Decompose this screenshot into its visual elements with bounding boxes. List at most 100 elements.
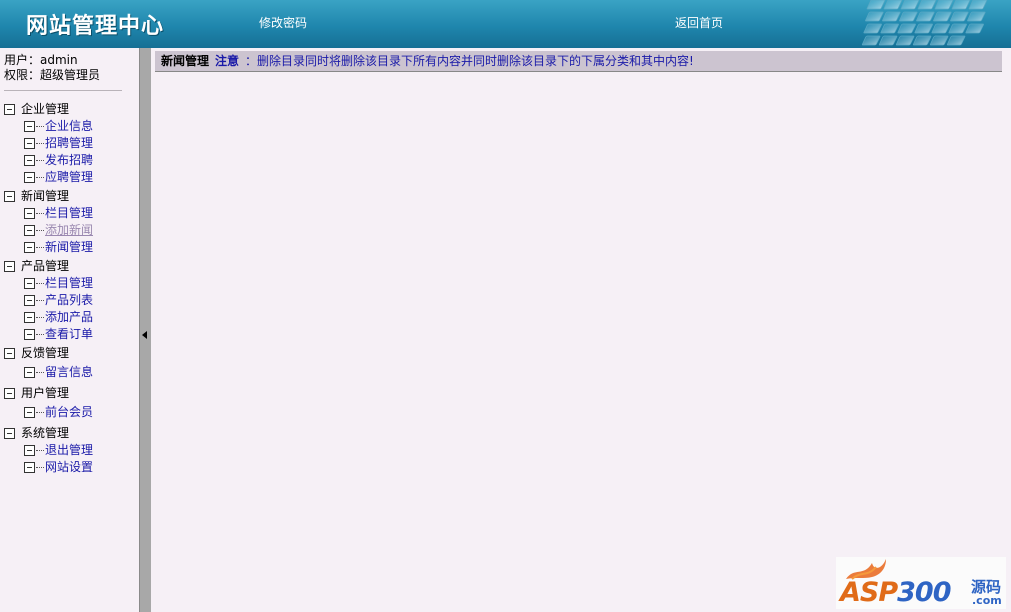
menu-group-news[interactable]: 新闻管理	[4, 188, 69, 204]
collapse-icon[interactable]	[4, 103, 15, 115]
menu-group-users[interactable]: 用户管理	[4, 385, 69, 401]
watermark-brand-b: 300	[897, 577, 951, 608]
user-role: 权限：超级管理员	[4, 68, 101, 82]
collapse-icon	[24, 311, 35, 323]
collapse-icon	[24, 224, 35, 236]
sidebar-splitter[interactable]	[139, 48, 151, 612]
tree-connector	[36, 411, 44, 413]
menu-item-link[interactable]: 查看订单	[45, 326, 93, 342]
menu-item-link[interactable]: 添加新闻	[45, 222, 93, 238]
user-name: 用户：admin	[4, 53, 78, 67]
menu-item-link[interactable]: 栏目管理	[45, 205, 93, 221]
menu-item-view-orders[interactable]: 查看订单	[24, 326, 93, 342]
menu-group-system[interactable]: 系统管理	[4, 425, 69, 441]
menu-group-enterprise[interactable]: 企业管理	[4, 101, 69, 117]
menu-group-label[interactable]: 企业管理	[21, 101, 69, 117]
menu-item-add-product[interactable]: 添加产品	[24, 309, 93, 325]
menu-item-link[interactable]: 应聘管理	[45, 169, 93, 185]
collapse-icon[interactable]	[4, 387, 15, 399]
notice-bar: 新闻管理 注意 ：删除目录同时将删除该目录下所有内容并同时删除该目录下的下属分类和其…	[155, 51, 1002, 72]
collapse-icon	[24, 366, 35, 378]
tree-connector	[36, 333, 44, 335]
collapse-icon	[24, 294, 35, 306]
menu-item-link[interactable]: 网站设置	[45, 459, 93, 475]
tree-connector	[36, 371, 44, 373]
top-header: 网站管理中心 修改密码 返回首页	[0, 0, 1011, 48]
menu-item-link[interactable]: 招聘管理	[45, 135, 93, 151]
menu-item-link[interactable]: 新闻管理	[45, 239, 93, 255]
menu-group-label[interactable]: 系统管理	[21, 425, 69, 441]
tree-connector	[36, 466, 44, 468]
tree-connector	[36, 229, 44, 231]
tree-connector	[36, 449, 44, 451]
collapse-icon	[24, 120, 35, 132]
watermark-brand: ASP300	[840, 577, 952, 608]
tree-connector	[36, 316, 44, 318]
watermark-brand-a: ASP	[840, 577, 898, 608]
tree-connector	[36, 142, 44, 144]
collapse-icon	[24, 171, 35, 183]
menu-group-label[interactable]: 用户管理	[21, 385, 69, 401]
menu-group-label[interactable]: 产品管理	[21, 258, 69, 274]
menu-group-feedback[interactable]: 反馈管理	[4, 345, 69, 361]
menu-item-product-columns[interactable]: 栏目管理	[24, 275, 93, 291]
menu-group-label[interactable]: 新闻管理	[21, 188, 69, 204]
site-title: 网站管理中心	[26, 13, 165, 39]
tree-connector	[36, 125, 44, 127]
menu-item-recruit-manage[interactable]: 招聘管理	[24, 135, 93, 151]
menu-item-link[interactable]: 产品列表	[45, 292, 93, 308]
watermark-logo: ASP300 源码 .com	[836, 557, 1006, 609]
menu-item-link[interactable]: 添加产品	[45, 309, 93, 325]
warning-label: 注意	[215, 54, 240, 68]
menu-item-enterprise-info[interactable]: 企业信息	[24, 118, 93, 134]
menu-item-members[interactable]: 前台会员	[24, 404, 93, 420]
menu-item-link[interactable]: 留言信息	[45, 364, 93, 380]
collapse-arrow-icon[interactable]	[142, 331, 147, 339]
tree-connector	[36, 246, 44, 248]
menu-item-product-list[interactable]: 产品列表	[24, 292, 93, 308]
change-password-link[interactable]: 修改密码	[259, 14, 307, 31]
divider	[4, 90, 122, 91]
collapse-icon	[24, 328, 35, 340]
menu-item-link[interactable]: 退出管理	[45, 442, 93, 458]
collapse-icon[interactable]	[4, 347, 15, 359]
user-info: 用户：admin 权限：超级管理员	[4, 53, 100, 83]
menu-item-link[interactable]: 企业信息	[45, 118, 93, 134]
collapse-icon	[24, 137, 35, 149]
menu-item-link[interactable]: 栏目管理	[45, 275, 93, 291]
collapse-icon[interactable]	[4, 190, 15, 202]
collapse-icon	[24, 207, 35, 219]
menu-item-news-manage[interactable]: 新闻管理	[24, 239, 93, 255]
menu-group-products[interactable]: 产品管理	[4, 258, 69, 274]
section-title: 新闻管理	[161, 54, 210, 68]
main-content: 新闻管理 注意 ：删除目录同时将删除该目录下所有内容并同时删除该目录下的下属分类和其…	[151, 48, 1011, 612]
menu-item-logout[interactable]: 退出管理	[24, 442, 93, 458]
tree-connector	[36, 159, 44, 161]
tree-connector	[36, 212, 44, 214]
tree-connector	[36, 176, 44, 178]
collapse-icon[interactable]	[4, 427, 15, 439]
collapse-icon	[24, 406, 35, 418]
collapse-icon[interactable]	[4, 260, 15, 272]
menu-item-post-job[interactable]: 发布招聘	[24, 152, 93, 168]
menu-item-applicants[interactable]: 应聘管理	[24, 169, 93, 185]
menu-item-news-columns[interactable]: 栏目管理	[24, 205, 93, 221]
warning-message: ：删除目录同时将删除该目录下所有内容并同时删除该目录下的下属分类和其中内容!	[245, 54, 694, 68]
menu-item-link[interactable]: 前台会员	[45, 404, 93, 420]
collapse-icon	[24, 241, 35, 253]
menu-item-add-news[interactable]: 添加新闻	[24, 222, 93, 238]
collapse-icon	[24, 154, 35, 166]
tree-connector	[36, 282, 44, 284]
back-home-link[interactable]: 返回首页	[675, 14, 723, 31]
left-sidebar: 用户：admin 权限：超级管理员 企业管理 企业信息 招聘管理 发布招聘 应聘…	[0, 48, 139, 612]
menu-item-link[interactable]: 发布招聘	[45, 152, 93, 168]
watermark-com: .com	[972, 594, 1002, 607]
menu-group-label[interactable]: 反馈管理	[21, 345, 69, 361]
keyboard-image	[861, 0, 988, 46]
collapse-icon	[24, 444, 35, 456]
collapse-icon	[24, 277, 35, 289]
collapse-icon	[24, 461, 35, 473]
menu-item-messages[interactable]: 留言信息	[24, 364, 93, 380]
menu-item-site-settings[interactable]: 网站设置	[24, 459, 93, 475]
tree-connector	[36, 299, 44, 301]
